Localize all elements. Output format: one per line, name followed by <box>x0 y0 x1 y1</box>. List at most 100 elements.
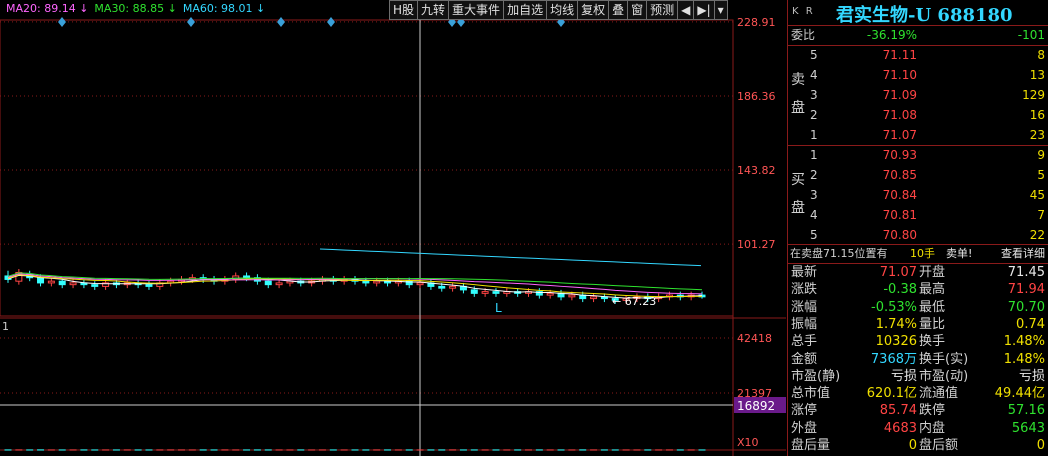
buy-price: 70.85 <box>882 168 917 182</box>
stat-value: 71.07 <box>879 265 917 280</box>
stat-label: 最新 <box>791 265 818 280</box>
price-axis-label: 228.91 <box>737 16 776 29</box>
stat-label: 总手 <box>791 334 818 350</box>
stat-label: 量比 <box>919 316 946 332</box>
stat-label: 最高 <box>919 282 946 298</box>
stat-value: -0.53% <box>871 299 917 315</box>
next-icon[interactable]: ▶| <box>693 0 715 20</box>
toolbar-button[interactable]: 复权 <box>577 0 610 20</box>
toolbar-button[interactable]: 加自选 <box>503 0 548 20</box>
price-axis-label: 186.36 <box>737 90 776 103</box>
trade-note-row: 在卖盘71.15位置有 10手 卖单! 查看详细 <box>788 244 1048 263</box>
toolbar-button[interactable]: 九转 <box>417 0 450 20</box>
stat-value: 49.44亿 <box>994 386 1045 402</box>
stock-title[interactable]: 君实生物-U 688180 <box>836 1 1013 27</box>
sell-lv: 5 <box>810 48 818 62</box>
buy-level-row[interactable]: 2 70.85 5 <box>788 166 1048 185</box>
sell-level-row[interactable]: 4 71.10 13 <box>788 66 1048 85</box>
weibi-pct: -36.19% <box>866 28 917 42</box>
stat-label: 总市值 <box>791 386 831 402</box>
stat-row: 最新 71.07 开盘 71.45 <box>788 264 1048 281</box>
candle-body <box>568 294 576 298</box>
toolbar-button[interactable]: H股 <box>389 0 419 20</box>
cursor-marker: L <box>495 301 502 315</box>
stat-value: 0 <box>908 438 917 453</box>
stat-row: 外盘 4683 内盘 5643 <box>788 420 1048 437</box>
stat-label: 外盘 <box>791 420 818 436</box>
candle-body <box>546 292 554 296</box>
sell-vol: 16 <box>1029 108 1045 122</box>
chart-toolbar: H股 九转 重大事件 加自选 均线 复权叠窗预测 ◀ ▶| ▾ <box>389 0 728 20</box>
candle-body <box>373 280 381 284</box>
buy-price: 70.84 <box>882 188 917 202</box>
stat-label: 换手 <box>919 334 946 350</box>
buy-level-row[interactable]: 4 70.81 7 <box>788 206 1048 225</box>
event-marker-icon <box>58 17 66 27</box>
sell-vol: 23 <box>1029 128 1045 142</box>
price-axis-label: 143.82 <box>737 164 776 177</box>
stat-label: 市盈(静) <box>791 368 841 384</box>
stat-label: 跌停 <box>919 403 946 419</box>
weibi-diff: -101 <box>1017 28 1045 42</box>
stat-label: 流通值 <box>919 386 959 402</box>
candle-body <box>37 277 45 284</box>
buy-vol: 22 <box>1029 228 1045 242</box>
event-marker-icon <box>187 17 195 27</box>
buy-lv: 1 <box>810 148 818 162</box>
buy-price: 70.80 <box>882 228 917 242</box>
weibi-row: 委比 -36.19% -101 <box>788 26 1048 45</box>
kr-label: K R <box>792 6 815 17</box>
stat-label: 盘后量 <box>791 438 831 453</box>
kline-chart-area[interactable]: 228.91 186.36 143.82 101.27 1 42418 21397 16892… <box>0 0 786 456</box>
buy-lv: 2 <box>810 168 818 182</box>
stat-value: 7368万 <box>870 351 917 367</box>
low-price-label: ← 67.23 <box>612 295 656 308</box>
toolbar-button[interactable]: 叠 <box>608 0 629 20</box>
sell-lv: 4 <box>810 68 818 82</box>
buy-price: 70.93 <box>882 148 917 162</box>
stat-value: 1.48% <box>1003 351 1045 367</box>
stat-label: 最低 <box>919 299 946 315</box>
prev-icon[interactable]: ◀ <box>677 0 695 20</box>
trade-note-action: 卖单! <box>946 247 973 260</box>
candle-body <box>470 289 478 294</box>
toolbar-button[interactable]: 预测 <box>646 0 679 20</box>
stat-label: 盘后额 <box>919 438 959 453</box>
menu-icon[interactable]: ▾ <box>713 0 728 20</box>
stat-value: 0 <box>1036 438 1045 453</box>
volume-axis-label: 42418 <box>737 332 772 345</box>
sell-price: 71.07 <box>882 128 917 142</box>
buy-level-row[interactable]: 3 70.84 45 <box>788 186 1048 205</box>
buy-vol: 45 <box>1029 188 1045 202</box>
sell-level-row[interactable]: 5 71.11 8 <box>788 46 1048 65</box>
sell-price: 71.09 <box>882 88 917 102</box>
kline-chart[interactable]: 228.91186.36143.82101.271424182139716892… <box>0 0 786 456</box>
stat-row: 总手 10326 换手 1.48% <box>788 333 1048 350</box>
ma60-line <box>319 248 702 267</box>
sell-level-row[interactable]: 3 71.09 129 <box>788 86 1048 105</box>
toolbar-button[interactable]: 均线 <box>546 0 579 20</box>
candle-body <box>362 280 370 284</box>
candle-body <box>481 291 489 294</box>
candle-body <box>416 282 424 286</box>
stat-row: 涨跌 -0.38 最高 71.94 <box>788 281 1048 298</box>
sell-level-row[interactable]: 2 71.08 16 <box>788 106 1048 125</box>
price-axis-label: 101.27 <box>737 238 776 251</box>
view-detail-link[interactable]: 查看详细 <box>1001 244 1045 263</box>
candle-body <box>47 280 55 284</box>
buy-level-row[interactable]: 1 70.93 9 <box>788 146 1048 165</box>
candle-body <box>232 275 240 280</box>
stat-row: 金额 7368万 换手(实) 1.48% <box>788 351 1048 368</box>
trade-note-text: 在卖盘71.15位置有 <box>790 247 888 260</box>
stat-label: 振幅 <box>791 316 818 332</box>
sell-price: 71.11 <box>882 48 917 62</box>
sell-vol: 129 <box>1022 88 1045 102</box>
buy-level-row[interactable]: 5 70.80 22 <box>788 226 1048 245</box>
buy-lv: 4 <box>810 208 818 222</box>
toolbar-button[interactable]: 窗 <box>627 0 648 20</box>
sell-level-row[interactable]: 1 71.07 23 <box>788 126 1048 145</box>
stat-label: 涨停 <box>791 403 818 419</box>
sell-vol: 8 <box>1037 48 1045 62</box>
stat-value: 4683 <box>883 420 917 436</box>
toolbar-button[interactable]: 重大事件 <box>448 0 505 20</box>
